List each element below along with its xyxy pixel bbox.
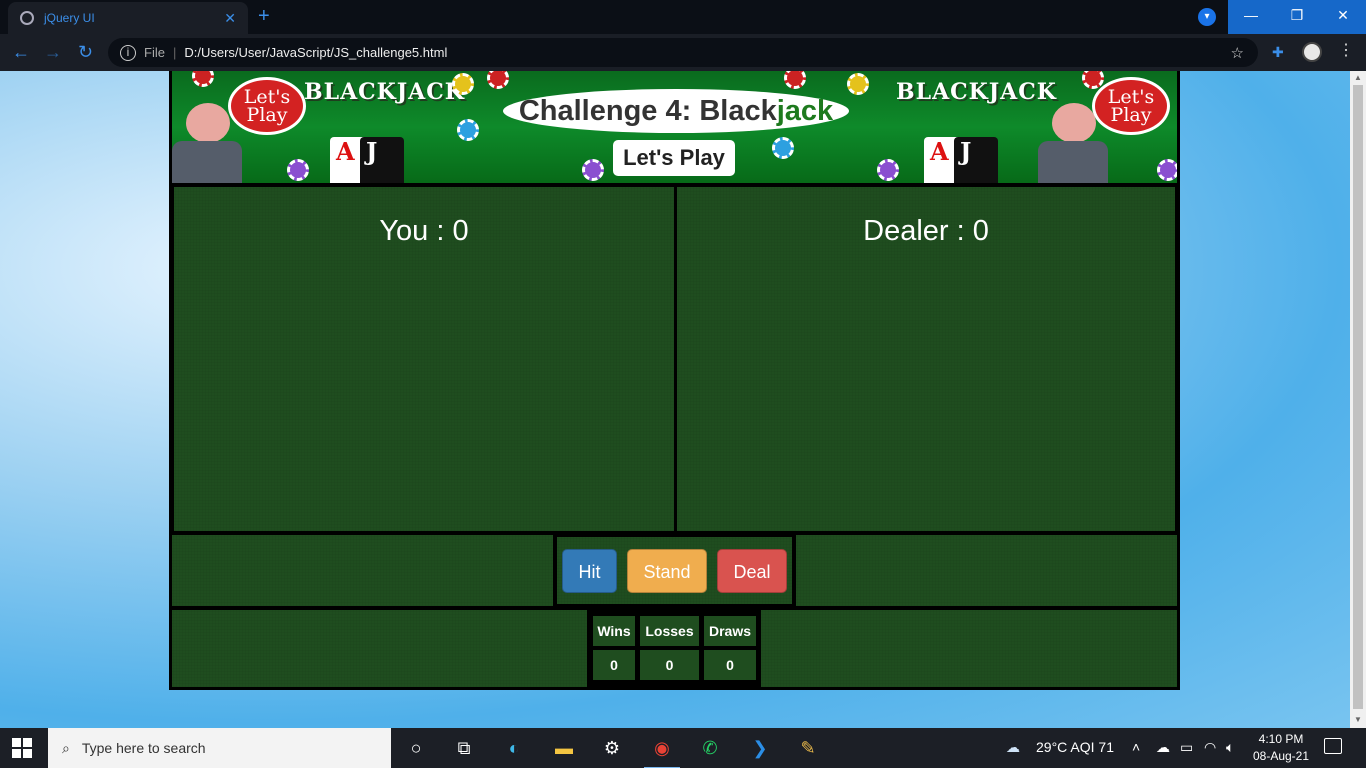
cortana-icon[interactable]: ○ <box>404 736 428 760</box>
bookmark-star-icon[interactable]: ☆ <box>1231 44 1244 62</box>
page-scrollbar[interactable]: ▲ ▼ <box>1350 71 1366 728</box>
jack-card-right: J <box>954 137 998 183</box>
close-window-button[interactable]: ✕ <box>1320 0 1366 34</box>
stats-spacer-right <box>761 610 1177 687</box>
game-container: Let's Play BLACKJACK A J BLACKJACK A J L… <box>169 71 1180 690</box>
scroll-up-icon[interactable]: ▲ <box>1354 73 1362 82</box>
edge-icon[interactable]: ◐ <box>502 736 526 760</box>
stats-header-draws: Draws <box>704 616 756 646</box>
new-tab-button[interactable]: + <box>258 5 270 28</box>
wifi-icon[interactable]: ◠ <box>1204 739 1216 756</box>
dealer-area: Dealer : 0 <box>677 187 1175 531</box>
stats-header-wins: Wins <box>593 616 635 646</box>
weather-icon: ☁ <box>1006 739 1020 755</box>
taskbar-search-placeholder: Type here to search <box>81 740 206 756</box>
clock-time: 4:10 PM <box>1258 732 1304 746</box>
chrome-icon[interactable]: ◉ <box>644 736 680 768</box>
taskbar-clock[interactable]: 4:10 PM 08-Aug-21 <box>1248 731 1314 765</box>
player-score: You : 0 <box>379 215 469 247</box>
profile-avatar[interactable] <box>1302 42 1322 62</box>
info-icon[interactable]: i <box>120 44 136 61</box>
windows-start-icon[interactable] <box>12 738 32 758</box>
controls-panel: Hit Stand Deal <box>557 537 792 604</box>
volume-icon[interactable]: 🔈︎ <box>1226 739 1234 756</box>
hit-button[interactable]: Hit <box>562 549 617 593</box>
taskbar-search[interactable]: ⌕ Type here to search <box>48 728 391 768</box>
stats-value-draws: 0 <box>704 650 756 680</box>
windows-taskbar: ⌕ Type here to search ○ ⧉ ◐ ▬ ⚙ ◉ ✆ ❯ ✎ … <box>0 728 1366 768</box>
blackjack-banner: Let's Play BLACKJACK A J BLACKJACK A J L… <box>172 71 1177 183</box>
file-explorer-icon[interactable]: ▬ <box>552 736 576 760</box>
poker-chip-icon <box>452 73 474 95</box>
stats-spacer-left <box>172 610 587 687</box>
back-arrow-icon[interactable]: ← <box>12 42 30 63</box>
controls-spacer-left <box>172 535 553 606</box>
poker-chip-icon <box>772 137 794 159</box>
dealer-score: Dealer : 0 <box>863 215 989 247</box>
tray-chevron-icon[interactable]: ˄ <box>1132 739 1140 755</box>
maximize-button[interactable]: ❐ <box>1274 0 1320 34</box>
blackjack-logo-left: BLACKJACK <box>304 79 465 105</box>
reload-icon[interactable]: ↻ <box>78 42 93 63</box>
stats-value-wins: 0 <box>593 650 635 680</box>
page-title: Challenge 4: Blackjack <box>503 89 849 133</box>
poker-chip-icon <box>457 119 479 141</box>
task-view-icon[interactable]: ⧉ <box>452 736 476 760</box>
lets-play-button[interactable]: Let's Play <box>613 140 735 176</box>
clock-date: 08-Aug-21 <box>1252 749 1310 763</box>
page-viewport: Let's Play BLACKJACK A J BLACKJACK A J L… <box>0 71 1350 728</box>
tab-title: jQuery UI <box>44 11 95 25</box>
address-bar[interactable]: i File | D:/Users/User/JavaScript/JS_cha… <box>108 38 1258 67</box>
stats-value-losses: 0 <box>640 650 699 680</box>
paint-icon[interactable]: ✎ <box>796 736 820 760</box>
stats-table: Wins Losses Draws 0 0 0 <box>590 612 758 685</box>
deal-button[interactable]: Deal <box>717 549 787 593</box>
player-area: You : 0 <box>174 187 674 531</box>
poker-chip-icon <box>1157 159 1177 181</box>
poker-chip-icon <box>487 71 509 89</box>
minimize-button[interactable]: — <box>1228 0 1274 34</box>
scroll-down-icon[interactable]: ▼ <box>1354 715 1362 724</box>
browser-tabstrip: jQuery UI ✕ + ▾ — ❐ ✕ <box>0 0 1366 34</box>
lets-play-bubble-right: Let's Play <box>1092 77 1170 135</box>
address-file-label: File <box>144 45 165 60</box>
battery-icon[interactable]: ▭ <box>1180 739 1193 756</box>
controls-spacer-right <box>796 535 1177 606</box>
extensions-icon[interactable]: ✚ <box>1272 44 1284 61</box>
stand-button[interactable]: Stand <box>627 549 707 593</box>
onedrive-icon[interactable]: ☁ <box>1156 739 1170 756</box>
scrollbar-thumb[interactable] <box>1353 85 1363 709</box>
address-separator: | <box>172 45 177 60</box>
tab-close-icon[interactable]: ✕ <box>224 10 236 27</box>
forward-arrow-icon[interactable]: → <box>44 42 62 63</box>
search-icon: ⌕ <box>62 739 70 756</box>
blackjack-logo-right: BLACKJACK <box>896 79 1057 105</box>
poker-chip-icon <box>784 71 806 89</box>
vscode-icon[interactable]: ❯ <box>748 736 772 760</box>
browser-menu-icon[interactable]: ⋮ <box>1338 40 1354 60</box>
whatsapp-icon[interactable]: ✆ <box>698 736 722 760</box>
address-url[interactable]: D:/Users/User/JavaScript/JS_challenge5.h… <box>184 45 1230 60</box>
poker-chip-icon <box>877 159 899 181</box>
poker-chip-icon <box>287 159 309 181</box>
lets-play-bubble-left: Let's Play <box>228 77 306 135</box>
browser-tab[interactable]: jQuery UI ✕ <box>8 2 248 34</box>
notification-icon[interactable] <box>1324 738 1342 754</box>
settings-icon[interactable]: ⚙ <box>600 736 624 760</box>
browser-toolbar: ← → ↻ i File | D:/Users/User/JavaScript/… <box>0 34 1366 71</box>
stats-header-losses: Losses <box>640 616 699 646</box>
tab-search-icon[interactable]: ▾ <box>1198 8 1216 26</box>
title-prefix: Challenge 4: Black <box>518 95 777 127</box>
weather-text[interactable]: 29°C AQI 71 <box>1036 739 1114 755</box>
poker-chip-icon <box>847 73 869 95</box>
title-accent: jack <box>776 95 834 127</box>
poker-chip-icon <box>582 159 604 181</box>
jack-card-left: J <box>360 137 404 183</box>
globe-icon <box>20 11 34 25</box>
